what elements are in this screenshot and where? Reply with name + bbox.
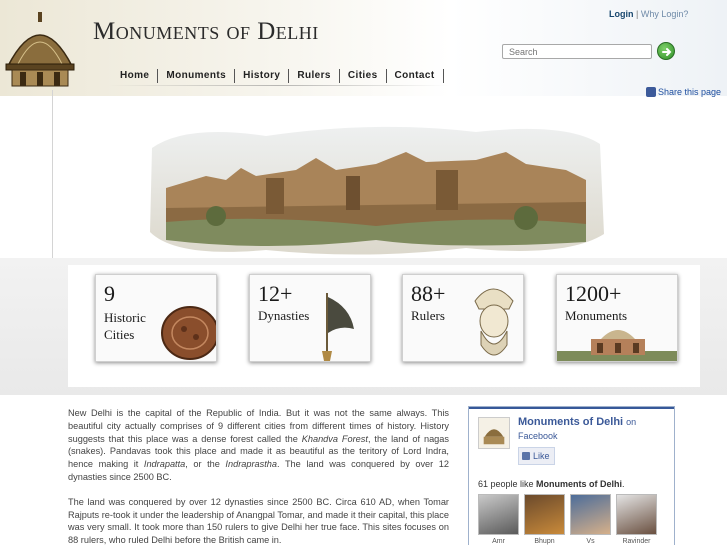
like-count-suffix: . [622,479,625,489]
facebook-on-label: on [626,417,637,427]
fan-avatar[interactable] [570,494,611,535]
intro-text: New Delhi is the capital of the Republic… [68,407,449,545]
stat-card-monuments[interactable]: 1200+ Monuments [556,274,678,362]
intro-text-run: , or the [185,459,226,470]
facebook-site-link[interactable]: Facebook [518,431,558,441]
share-link[interactable]: Share this page [646,87,721,97]
like-count-page: Monuments of Delhi [536,479,623,489]
coin-icon [161,306,216,360]
fan-name[interactable]: Vs [570,538,611,545]
stat-number: 88+ [411,281,446,306]
stat-label-line1: Rulers [411,308,445,323]
stat-label-line1: Dynasties [258,308,310,323]
vertical-divider [52,90,53,276]
stat-card-dynasties[interactable]: 12+ Dynasties [249,274,371,362]
search-input[interactable] [502,44,652,59]
fan-name[interactable]: Amr [478,538,519,545]
ruler-portrait-icon [474,288,514,356]
fan-avatar[interactable] [616,494,657,535]
search-go-button[interactable] [657,42,675,60]
like-count: 61 people like Monuments of Delhi. [478,479,625,489]
stat-label-line2: Cities [104,327,135,342]
nav-contact[interactable]: Contact [387,69,444,83]
login-area: Login | Why Login? [609,9,688,19]
stat-number: 1200+ [565,281,622,306]
login-separator: | [636,9,639,19]
facebook-page-name: Monuments of Delhi on [518,416,636,428]
facebook-page-link[interactable]: Monuments of Delhi [518,416,623,428]
stat-number: 12+ [258,281,293,306]
main-nav: Home Monuments History Rulers Cities Con… [112,68,444,84]
stat-number: 9 [104,281,115,306]
nav-rulers[interactable]: Rulers [289,69,340,83]
fan-name[interactable]: Ravinder [616,538,657,545]
dome-logo-icon[interactable] [4,6,76,90]
fort-banner-image [150,126,604,255]
nav-underline [108,85,448,86]
share-label: Share this page [658,87,722,97]
why-login-link[interactable]: Why Login? [641,9,689,19]
fan-avatar[interactable] [524,494,565,535]
intro-italic: Khandva Forest [301,433,368,444]
nav-monuments[interactable]: Monuments [158,69,236,83]
share-icon [646,87,656,97]
nav-history[interactable]: History [235,69,290,83]
arrow-right-icon [662,48,672,56]
intro-paragraph-1: New Delhi is the capital of the Republic… [68,407,449,484]
fan-avatar[interactable] [478,494,519,535]
tomb-icon [557,330,677,361]
intro-paragraph-2: The land was conquered by over 12 dynast… [68,496,449,545]
stat-label-line1: Historic [104,310,146,325]
stat-card-rulers[interactable]: 88+ Rulers [402,274,524,362]
like-count-prefix: 61 people like [478,479,537,489]
stat-card-cities[interactable]: 9 Historic Cities [95,274,217,362]
facebook-top-bar [469,407,674,409]
site-title: Monuments of Delhi [93,18,319,45]
facebook-like-button[interactable]: Like [518,447,555,465]
nav-home[interactable]: Home [112,69,159,83]
intro-italic: Indrapatta [143,459,186,470]
fan-name[interactable]: Bhupn [524,538,565,545]
page-thumbnail-icon[interactable] [478,417,510,449]
intro-italic: Indraprastha [225,459,278,470]
like-label: Like [533,451,550,461]
facebook-like-box: Monuments of Delhi on Facebook Like 61 p… [468,406,675,545]
flag-icon [322,293,354,361]
nav-cities[interactable]: Cities [340,69,387,83]
login-link[interactable]: Login [609,9,634,19]
thumbs-up-icon [522,452,530,460]
